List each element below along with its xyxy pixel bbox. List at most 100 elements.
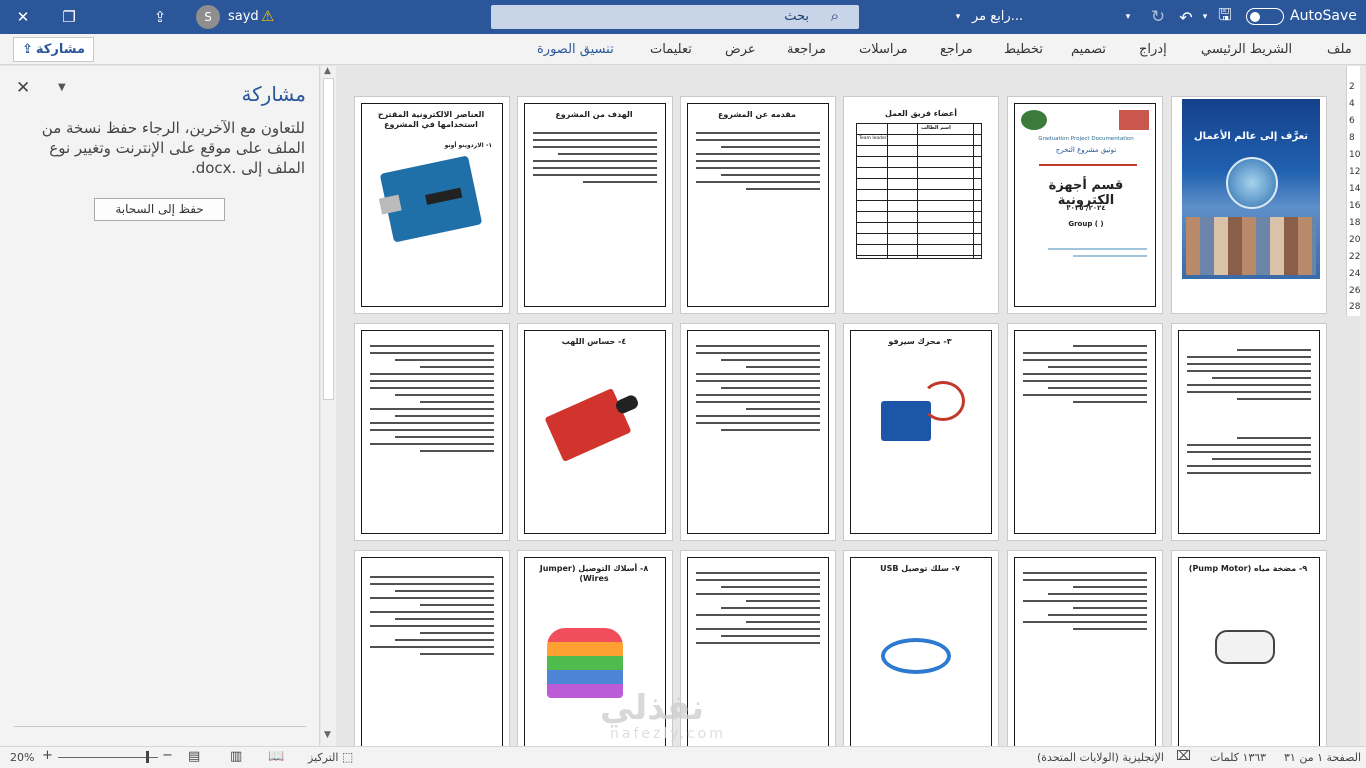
page-heading: الهدف من المشروع: [555, 110, 633, 119]
page-thumbnail[interactable]: [1007, 323, 1163, 541]
zoom-level[interactable]: 20%: [10, 751, 34, 764]
page-thumbnail[interactable]: [354, 550, 510, 746]
tab-view[interactable]: عرض: [725, 42, 756, 57]
username[interactable]: sayd: [228, 9, 259, 24]
ribbon-display-icon[interactable]: ⇪: [144, 0, 176, 34]
text-lines: [1187, 437, 1311, 479]
share-button[interactable]: ⇪ مشاركة: [13, 37, 94, 62]
zoom-out-icon[interactable]: −: [162, 748, 173, 763]
page-heading: ٧- سلك توصيل USB: [880, 564, 960, 573]
pane-divider: [14, 726, 306, 727]
pane-options-icon[interactable]: ▼: [58, 82, 66, 93]
page-thumbnail[interactable]: تعرَّف إلى عالم الأعمال: [1171, 96, 1327, 314]
ruler-label: 10: [1349, 150, 1361, 160]
page-thumbnail[interactable]: [1007, 550, 1163, 746]
page-border: ٤- حساس اللهب: [524, 330, 666, 534]
avatar[interactable]: S: [196, 5, 220, 29]
cover-image[interactable]: تعرَّف إلى عالم الأعمال: [1182, 99, 1320, 279]
document-canvas[interactable]: تعرَّف إلى عالم الأعمال Graduation Proje…: [337, 66, 1345, 746]
page-thumbnail[interactable]: ٩- مضخة مياه (Pump Motor): [1171, 550, 1327, 746]
scroll-up-icon[interactable]: ▲: [324, 66, 331, 76]
save-icon[interactable]: 🖫: [1213, 0, 1237, 34]
tab-home[interactable]: الشريط الرئيسي: [1201, 42, 1292, 57]
page-border: [1178, 330, 1320, 534]
ruler-label: 16: [1349, 201, 1361, 211]
red-line: [1039, 164, 1137, 166]
page-thumbnail[interactable]: أعضاء فريق العمل اسم الطالب Team leader: [843, 96, 999, 314]
search-box[interactable]: بحث ⌕: [491, 5, 859, 29]
tab-help[interactable]: تعليمات: [650, 42, 692, 57]
zoom-slider-thumb[interactable]: [146, 751, 149, 763]
page-thumbnail[interactable]: مقدمه عن المشروع: [680, 96, 836, 314]
zoom-in-icon[interactable]: +: [42, 748, 53, 763]
vertical-ruler[interactable]: 2 4 6 8 10 12 14 16 18 20 22 24 26 28: [1346, 66, 1360, 316]
text-lines: [533, 132, 657, 188]
scroll-down-icon[interactable]: ▼: [324, 730, 331, 740]
language-status[interactable]: الإنجليزية (الولايات المتحدة): [1037, 751, 1164, 764]
logo-left: [1021, 110, 1047, 130]
page-thumbnail[interactable]: ٧- سلك توصيل USB: [843, 550, 999, 746]
share-pane: ✕ ▼ مشاركة للتعاون مع الآخرين، الرجاء حف…: [0, 66, 320, 746]
ruler-label: 6: [1349, 116, 1355, 126]
pane-title: مشاركة: [241, 82, 306, 106]
web-layout-icon[interactable]: ▤: [188, 749, 200, 764]
text-lines: [696, 132, 820, 195]
tab-insert[interactable]: إدراج: [1139, 42, 1167, 57]
share-icon: ⇪: [22, 42, 33, 57]
tab-file[interactable]: ملف: [1327, 42, 1352, 57]
team-table: اسم الطالب Team leader: [856, 123, 982, 259]
tab-references[interactable]: مراجع: [940, 42, 973, 57]
pane-scrollbar[interactable]: ▲ ▼: [321, 66, 336, 746]
logo-right: [1119, 110, 1149, 130]
autosave-toggle[interactable]: [1246, 8, 1284, 25]
pump-image[interactable]: [1215, 630, 1275, 664]
page-thumbnail[interactable]: ٤- حساس اللهب: [517, 323, 673, 541]
restore-icon[interactable]: ❐: [54, 0, 84, 34]
tab-mailings[interactable]: مراسلات: [859, 42, 908, 57]
proofing-icon[interactable]: ⌧: [1176, 749, 1191, 764]
scroll-thumb[interactable]: [323, 78, 334, 400]
supervisor-lines: [1023, 248, 1147, 262]
zoom-slider[interactable]: [58, 757, 158, 758]
page-thumbnail[interactable]: [354, 323, 510, 541]
document-title[interactable]: رابع مر...: [972, 9, 1023, 24]
page-thumbnail[interactable]: [680, 323, 836, 541]
doc-title-dropdown-icon[interactable]: ▾: [952, 0, 964, 34]
photo-strip: [1186, 217, 1316, 275]
page-thumbnail[interactable]: [1171, 323, 1327, 541]
tab-review[interactable]: مراجعة: [787, 42, 826, 57]
print-layout-icon[interactable]: ▥: [230, 749, 242, 764]
usb-cable-image[interactable]: [881, 638, 951, 674]
save-to-cloud-button[interactable]: حفظ إلى السحابة: [94, 198, 225, 221]
undo-icon[interactable]: ↶: [1174, 0, 1198, 34]
focus-icon[interactable]: ⬚: [342, 750, 353, 764]
page-number[interactable]: الصفحة ١ من ٣١: [1284, 751, 1361, 764]
servo-wire: [921, 381, 965, 421]
english-title: Graduation Project Documentation: [1038, 136, 1134, 142]
warning-icon[interactable]: ⚠: [261, 7, 274, 25]
arduino-image[interactable]: [378, 155, 483, 243]
page-thumbnail[interactable]: Graduation Project Documentation توثيق م…: [1007, 96, 1163, 314]
read-mode-icon[interactable]: 📖: [268, 749, 284, 764]
word-count[interactable]: ١٣٦٣ كلمات: [1210, 751, 1266, 764]
page-thumbnail[interactable]: العناصر الالكترونية المقترح استخدامها في…: [354, 96, 510, 314]
flame-sensor-image[interactable]: [544, 388, 640, 462]
ruler-label: 28: [1349, 302, 1361, 312]
page-heading: أعضاء فريق العمل: [885, 109, 957, 118]
ruler-label: 24: [1349, 269, 1361, 279]
tab-design[interactable]: تصميم: [1071, 42, 1106, 57]
document-scrollbar[interactable]: [1360, 66, 1366, 746]
autosave-label: AutoSave: [1290, 8, 1357, 24]
focus-label[interactable]: التركيز: [308, 751, 338, 764]
undo-dropdown-icon[interactable]: ▾: [1199, 0, 1211, 34]
qat-customize-icon[interactable]: ▾: [1120, 0, 1136, 34]
page-heading: مقدمه عن المشروع: [717, 110, 797, 119]
tab-layout[interactable]: تخطيط: [1004, 42, 1043, 57]
close-icon[interactable]: ✕: [8, 0, 38, 34]
page-thumbnail[interactable]: الهدف من المشروع: [517, 96, 673, 314]
page-thumbnail[interactable]: ٣- محرك سيرفو: [843, 323, 999, 541]
close-pane-icon[interactable]: ✕: [16, 78, 30, 98]
tab-picture-format[interactable]: تنسيق الصورة: [537, 42, 614, 57]
pane-message: للتعاون مع الآخرين، الرجاء حفظ نسخة من ا…: [41, 119, 305, 177]
redo-icon[interactable]: ↻: [1146, 0, 1170, 34]
